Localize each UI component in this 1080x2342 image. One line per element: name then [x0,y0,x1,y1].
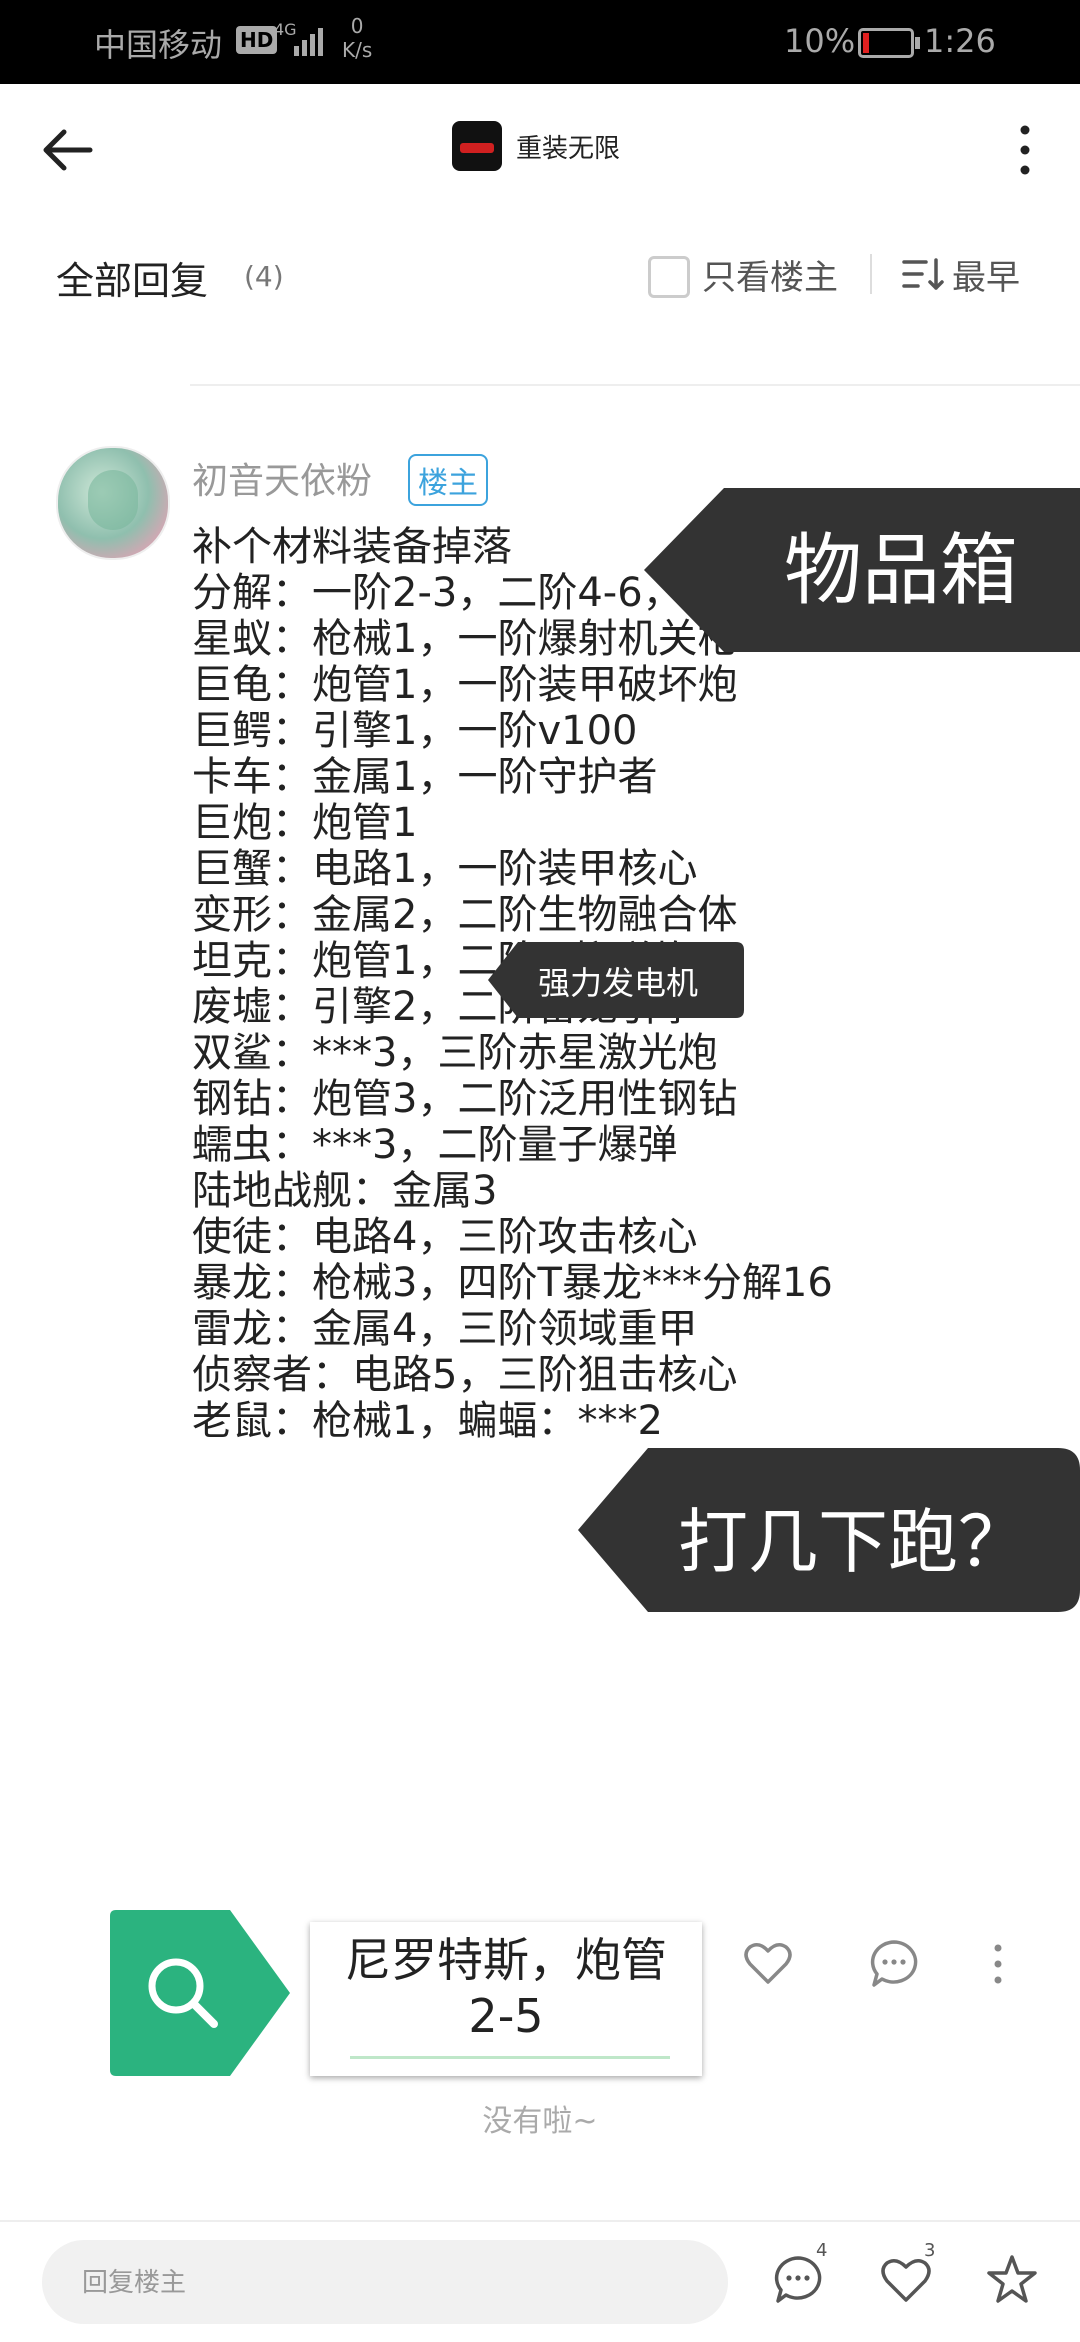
star-icon[interactable] [984,2252,1040,2308]
signal-icon [294,28,323,56]
post-line: 巨鳄：引擎1，一阶v100 [192,708,638,754]
divider [870,254,872,294]
hd-badge: HD [236,26,278,54]
username[interactable]: 初音天依粉 [192,452,372,504]
reply-filter-row: 全部回复 (4) 只看楼主 最早 [0,244,1080,324]
item-box-banner: 物品箱 [644,488,1080,652]
hit-and-run-banner: 打几下跑？ [578,1448,1080,1612]
avatar[interactable] [56,446,170,560]
post-line: 卡车：金属1，一阶守护者 [192,754,658,800]
status-bar: 中国移动 HD 4G 0 K/s 10% 1:26 [0,0,1080,84]
post-line: 钢钻：炮管3，二阶泛用性钢钻 [192,1076,738,1122]
comment-icon[interactable] [868,1938,920,1990]
run-banner-label: 打几下跑？ [678,1501,1028,1583]
search-hint-card[interactable]: 尼罗特斯，炮管 2-5 [110,1910,702,2076]
back-arrow-icon[interactable] [38,120,98,180]
like-count: 3 [924,2240,936,2261]
post-line: 侦察者：电路5，三阶狙击核心 [192,1352,738,1398]
post-line: 暴龙：枪械3，四阶T暴龙***分解16 [192,1260,833,1306]
power-generator-tooltip: 强力发电机 [488,942,744,1018]
reply-input[interactable] [42,2240,728,2324]
search-hint-text: 尼罗特斯，炮管 2-5 [345,1933,667,2043]
post-line: 雷龙：金属4，三阶领域重甲 [192,1306,698,1352]
network-speed: 0 K/s [342,14,373,62]
post-line: 巨蟹：电路1，一阶装甲核心 [192,846,698,892]
battery-icon [858,28,920,58]
post-line: 巨炮：炮管1 [192,800,418,846]
heart-icon[interactable] [742,1938,794,1990]
post-line: 双鲨：***3，三阶赤星激光炮 [192,1030,718,1076]
comment-count: 4 [816,2240,828,2261]
sort-icon[interactable] [900,254,944,294]
op-badge: 楼主 [408,454,488,506]
all-replies-title: 全部回复 [56,259,209,303]
separator [190,384,1080,386]
tooltip-label: 强力发电机 [538,964,699,1002]
app-name: 重装无限 [516,133,621,164]
sort-earliest-label[interactable]: 最早 [952,250,1020,299]
post-line: 变形：金属2，二阶生物融合体 [192,892,738,938]
banner-label: 物品箱 [784,526,1019,616]
app-title[interactable]: 重装无限 [452,120,620,172]
no-more-label: 没有啦~ [482,2104,598,2139]
reply-list: 初音天依粉 楼主 补个材料装备掉落 分解：一阶2-3，二阶4-6，三阶7-9 星… [0,348,1080,2220]
top-bar: 重装无限 全部回复 (4) 只看楼主 最早 [0,84,1080,348]
clock: 1:26 [924,22,996,60]
post-line: 巨龟：炮管1，一阶装甲破坏炮 [192,662,738,708]
search-badge [110,1910,290,2076]
more-vertical-icon[interactable] [992,1938,1004,1990]
post-line: 老鼠：枪械1，蝙蝠：***2 [192,1398,663,1444]
underline [350,2056,670,2059]
search-hint-text-box: 尼罗特斯，炮管 2-5 [310,1922,702,2076]
more-vertical-icon[interactable] [1010,120,1040,180]
battery-percent: 10% [784,22,856,60]
only-op-checkbox[interactable] [648,256,690,298]
post-line: 使徒：电路4，三阶攻击核心 [192,1214,698,1260]
post-line: 陆地战舰：金属3 [192,1168,498,1214]
only-op-label[interactable]: 只看楼主 [702,250,838,299]
bottom-bar: 4 3 [0,2220,1080,2342]
reply-count: (4) [244,260,284,293]
post-line: 蠕虫：***3，二阶量子爆弹 [192,1122,678,1168]
carrier-name: 中国移动 [94,26,223,64]
app-logo-icon [452,121,502,171]
